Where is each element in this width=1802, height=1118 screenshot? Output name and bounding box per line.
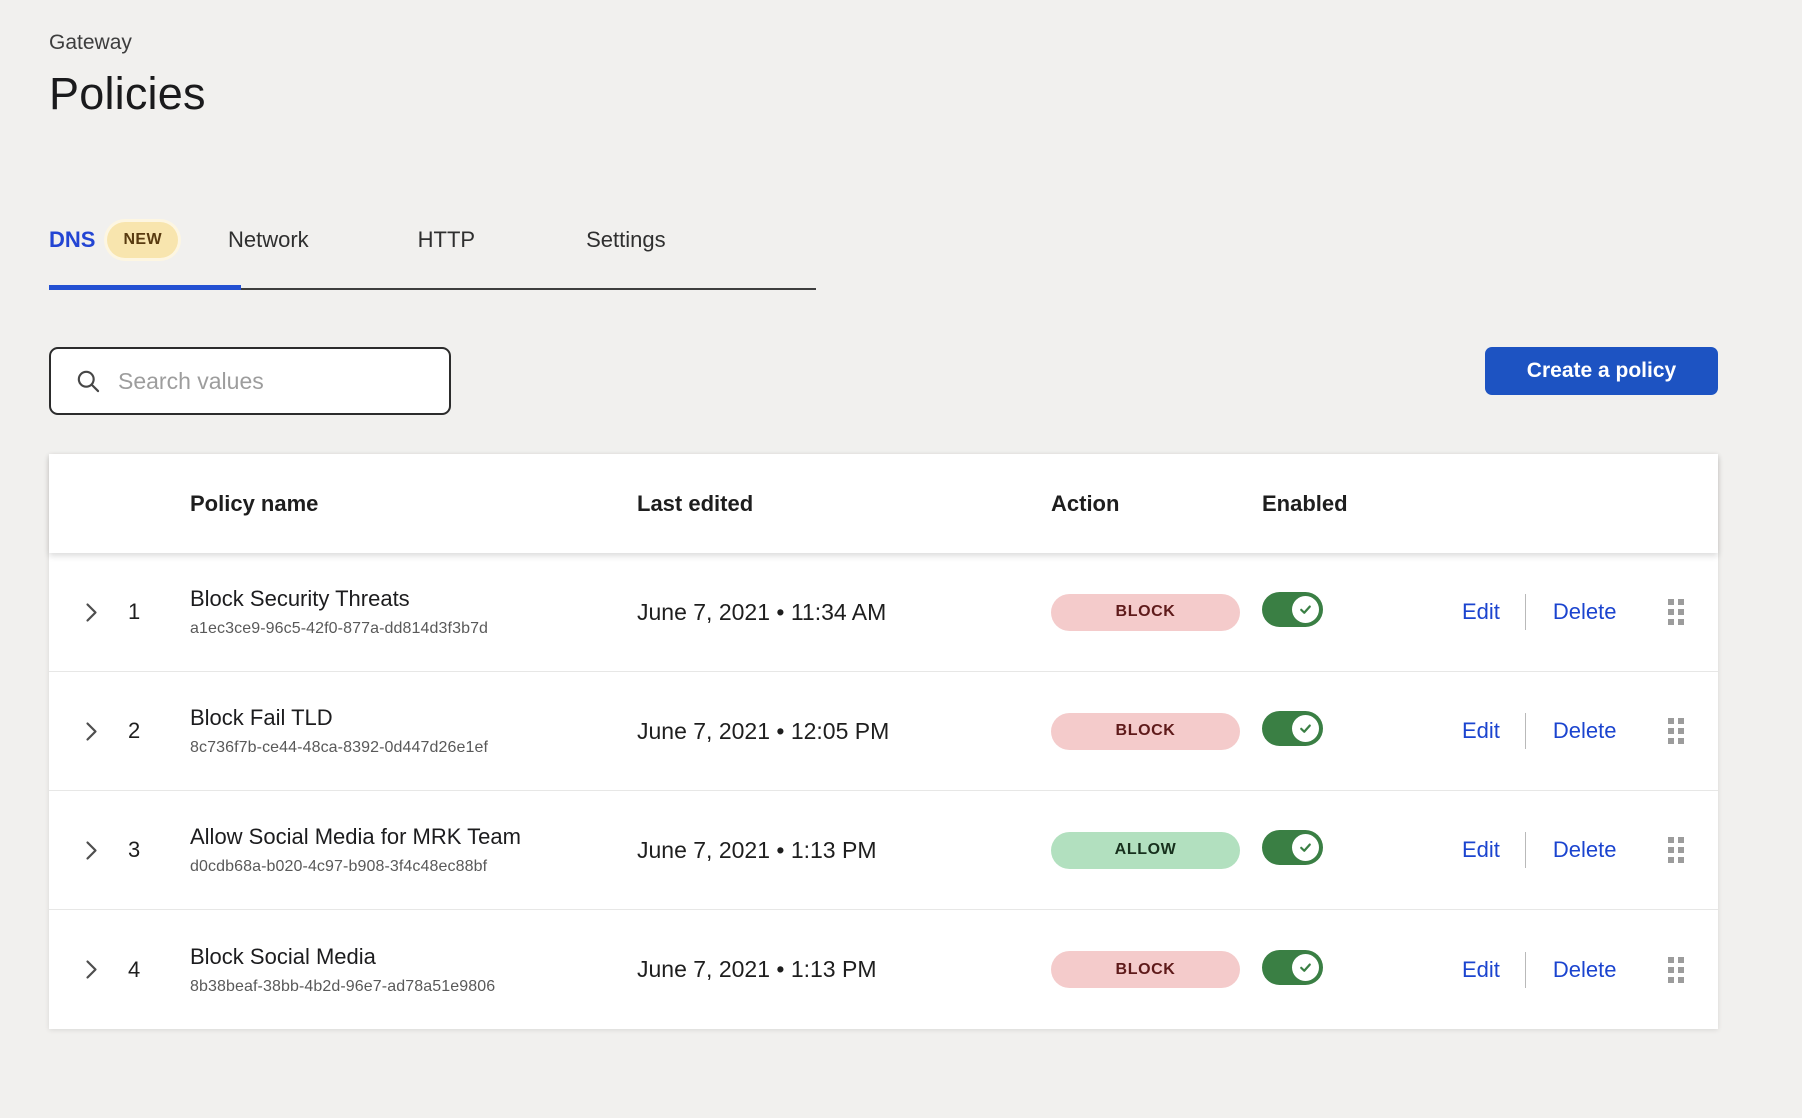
last-edited-value: June 7, 2021 • 1:13 PM	[637, 837, 1051, 864]
expand-row-button[interactable]	[80, 715, 103, 748]
policy-id: 8c736f7b-ce44-48ca-8392-0d447d26e1ef	[190, 739, 637, 757]
active-tab-indicator	[49, 285, 241, 290]
expand-row-button[interactable]	[80, 596, 103, 629]
policy-name: Block Security Threats	[190, 586, 637, 612]
action-divider	[1525, 713, 1526, 749]
policy-id: d0cdb68a-b020-4c97-b908-3f4c48ec88bf	[190, 858, 637, 876]
search-box[interactable]	[49, 347, 451, 415]
drag-handle-icon[interactable]	[1668, 837, 1684, 863]
action-badge: BLOCK	[1051, 594, 1240, 631]
toolbar: Create a policy	[49, 347, 1718, 415]
drag-handle-icon[interactable]	[1668, 718, 1684, 744]
row-index: 3	[115, 837, 190, 863]
page-content: Gateway Policies DNS NEW Network HTTP Se…	[49, 0, 1718, 1029]
edit-link[interactable]: Edit	[1462, 837, 1500, 863]
policy-id: a1ec3ce9-96c5-42f0-877a-dd814d3f3b7d	[190, 620, 637, 638]
expand-row-button[interactable]	[80, 834, 103, 867]
policy-name: Block Fail TLD	[190, 705, 637, 731]
policy-name: Block Social Media	[190, 944, 637, 970]
toggle-knob	[1292, 954, 1319, 981]
last-edited-value: June 7, 2021 • 11:34 AM	[637, 599, 1051, 626]
tab-dns[interactable]: DNS NEW	[49, 222, 178, 258]
tab-network[interactable]: Network	[228, 227, 309, 253]
table-row: 1 Block Security Threats a1ec3ce9-96c5-4…	[49, 553, 1718, 672]
search-icon	[75, 368, 102, 395]
chevron-right-icon	[84, 600, 99, 625]
page-title: Policies	[49, 68, 1718, 120]
table-row: 2 Block Fail TLD 8c736f7b-ce44-48ca-8392…	[49, 672, 1718, 791]
last-edited-value: June 7, 2021 • 1:13 PM	[637, 956, 1051, 983]
table-body: 1 Block Security Threats a1ec3ce9-96c5-4…	[49, 553, 1718, 1029]
tab-bar: DNS NEW Network HTTP Settings	[49, 216, 1718, 290]
column-policy-name: Policy name	[190, 491, 637, 517]
action-badge: BLOCK	[1051, 713, 1240, 750]
action-badge: ALLOW	[1051, 832, 1240, 869]
edit-link[interactable]: Edit	[1462, 718, 1500, 744]
delete-link[interactable]: Delete	[1553, 718, 1617, 744]
chevron-right-icon	[84, 957, 99, 982]
edit-link[interactable]: Edit	[1462, 599, 1500, 625]
check-icon	[1298, 721, 1313, 736]
delete-link[interactable]: Delete	[1553, 957, 1617, 983]
row-index: 4	[115, 957, 190, 983]
check-icon	[1298, 602, 1313, 617]
row-index: 1	[115, 599, 190, 625]
last-edited-value: June 7, 2021 • 12:05 PM	[637, 718, 1051, 745]
tab-http[interactable]: HTTP	[418, 227, 475, 253]
action-divider	[1525, 594, 1526, 630]
toggle-knob	[1292, 596, 1319, 623]
expand-row-button[interactable]	[80, 953, 103, 986]
column-enabled: Enabled	[1262, 491, 1462, 517]
new-badge: NEW	[107, 222, 178, 258]
action-divider	[1525, 832, 1526, 868]
policies-table: Policy name Last edited Action Enabled 1…	[49, 454, 1718, 1029]
column-action: Action	[1051, 491, 1262, 517]
row-index: 2	[115, 718, 190, 744]
policy-name: Allow Social Media for MRK Team	[190, 824, 637, 850]
enabled-toggle[interactable]	[1262, 830, 1323, 865]
tab-settings[interactable]: Settings	[586, 227, 666, 253]
toggle-knob	[1292, 715, 1319, 742]
table-row: 3 Allow Social Media for MRK Team d0cdb6…	[49, 791, 1718, 910]
policy-id: 8b38beaf-38bb-4b2d-96e7-ad78a51e9806	[190, 978, 637, 996]
tab-underline	[49, 285, 816, 290]
chevron-right-icon	[84, 719, 99, 744]
table-row: 4 Block Social Media 8b38beaf-38bb-4b2d-…	[49, 910, 1718, 1029]
column-last-edited: Last edited	[637, 491, 1051, 517]
edit-link[interactable]: Edit	[1462, 957, 1500, 983]
tab-dns-label: DNS	[49, 227, 95, 253]
breadcrumb: Gateway	[49, 0, 1718, 55]
action-divider	[1525, 952, 1526, 988]
toggle-knob	[1292, 834, 1319, 861]
enabled-toggle[interactable]	[1262, 592, 1323, 627]
check-icon	[1298, 960, 1313, 975]
chevron-right-icon	[84, 838, 99, 863]
table-header: Policy name Last edited Action Enabled	[49, 454, 1718, 553]
drag-handle-icon[interactable]	[1668, 599, 1684, 625]
enabled-toggle[interactable]	[1262, 950, 1323, 985]
action-badge: BLOCK	[1051, 951, 1240, 988]
drag-handle-icon[interactable]	[1668, 957, 1684, 983]
delete-link[interactable]: Delete	[1553, 837, 1617, 863]
search-input[interactable]	[118, 368, 431, 395]
enabled-toggle[interactable]	[1262, 711, 1323, 746]
check-icon	[1298, 840, 1313, 855]
create-policy-button[interactable]: Create a policy	[1485, 347, 1718, 395]
delete-link[interactable]: Delete	[1553, 599, 1617, 625]
